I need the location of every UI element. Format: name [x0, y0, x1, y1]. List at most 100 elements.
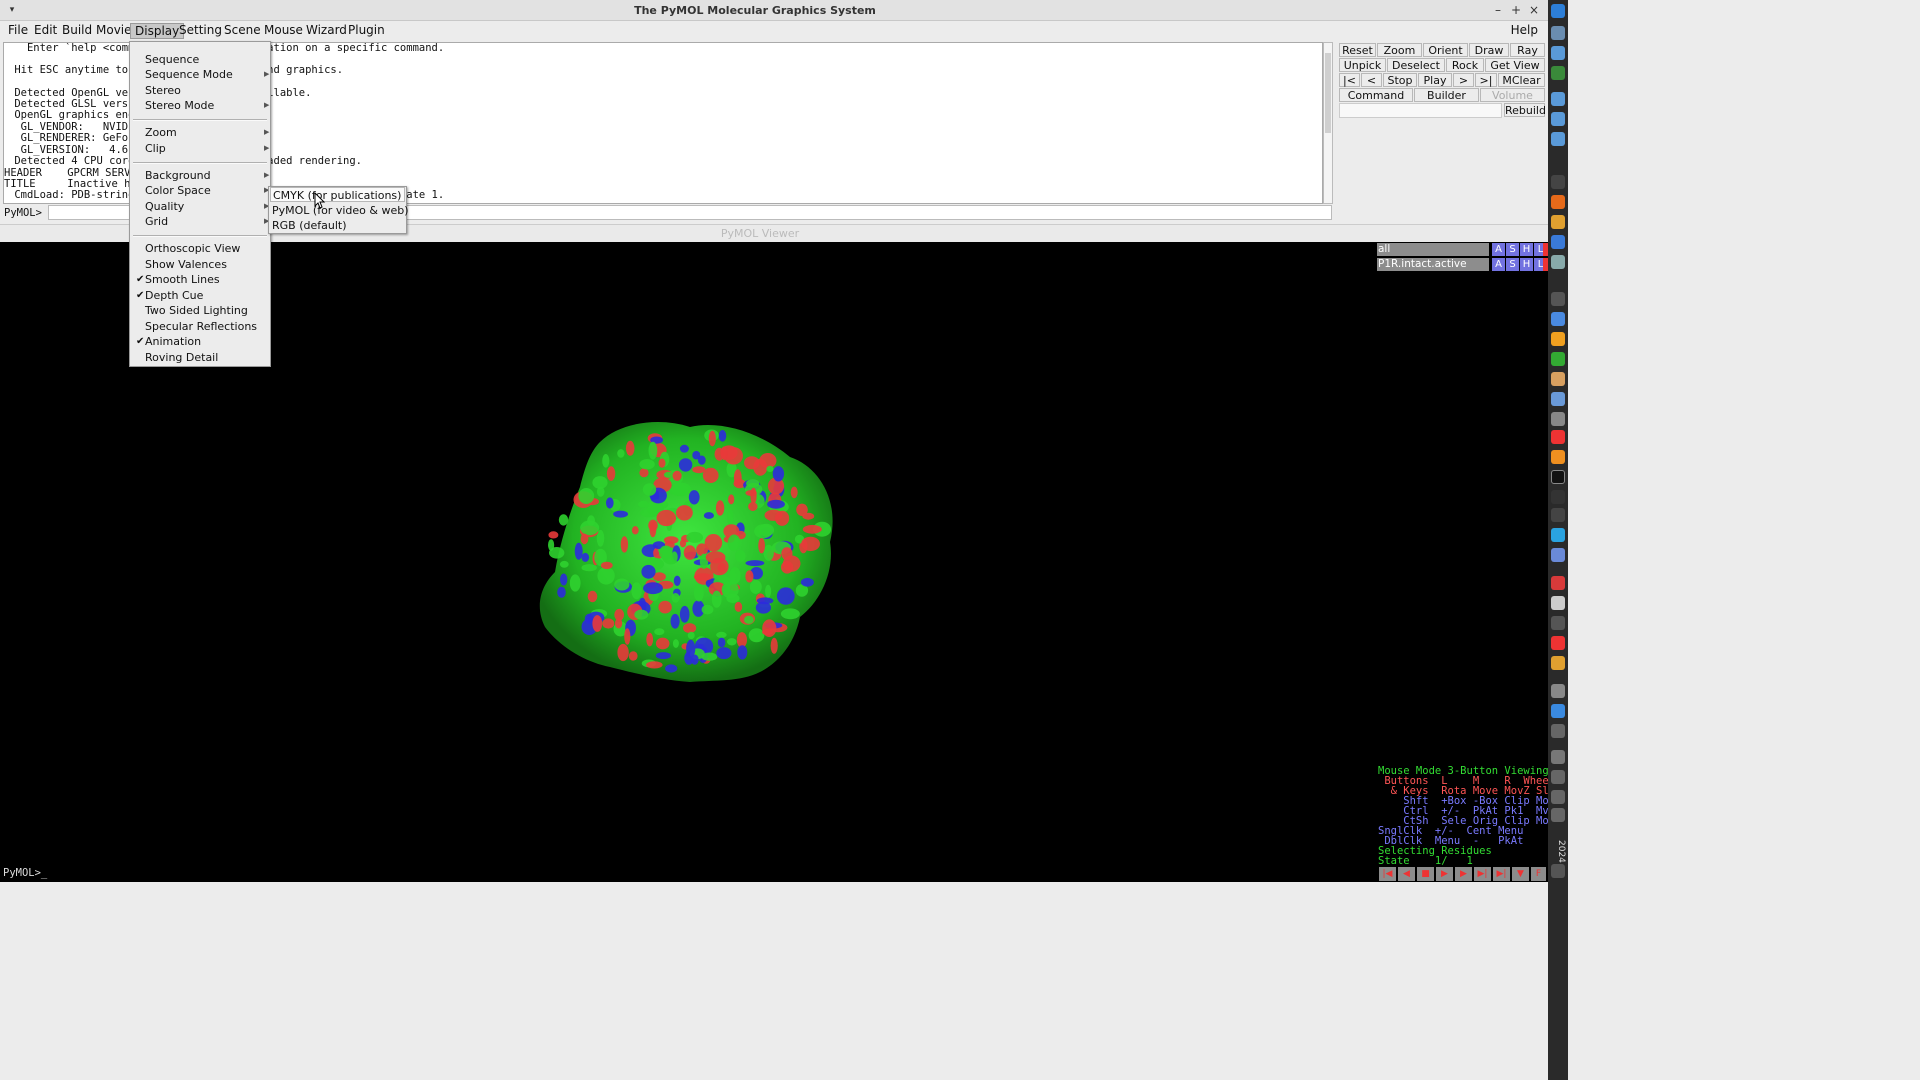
play-icon[interactable]: ▶: [1436, 867, 1453, 881]
object-name[interactable]: P1R.intact.active: [1377, 258, 1489, 271]
colorspace-pymol-item[interactable]: PyMOL (for video & web): [270, 203, 409, 218]
object-row-protein[interactable]: P1R.intact.active A S H L: [1377, 258, 1548, 271]
ray-button[interactable]: Ray: [1510, 43, 1545, 57]
window-icon[interactable]: [1551, 92, 1565, 106]
step-forward-icon[interactable]: ▶: [1455, 867, 1472, 881]
files-icon[interactable]: [1551, 26, 1565, 40]
object-row-all[interactable]: all A S H L: [1377, 243, 1548, 256]
close-icon[interactable]: ×: [1526, 2, 1542, 18]
app-icon[interactable]: [1551, 430, 1565, 444]
app-icon[interactable]: [1551, 352, 1565, 366]
command-tab-button[interactable]: Command: [1339, 88, 1413, 102]
show-button[interactable]: S: [1506, 258, 1519, 271]
rewind-icon[interactable]: |◀: [1379, 867, 1396, 881]
mclear-button[interactable]: MClear: [1498, 73, 1545, 87]
movie-end-icon[interactable]: ▶|: [1493, 867, 1510, 881]
infinity-icon[interactable]: [1551, 490, 1565, 504]
menu-help[interactable]: Help: [1507, 23, 1542, 39]
unpick-button[interactable]: Unpick: [1339, 58, 1386, 72]
minimize-icon[interactable]: –: [1490, 2, 1506, 18]
app-launcher-icon[interactable]: [1551, 4, 1565, 18]
tool-icon[interactable]: [1551, 292, 1565, 306]
display-menu-item[interactable]: Animation: [145, 334, 201, 349]
menu-movie[interactable]: Movie: [92, 23, 136, 39]
full-screen-icon[interactable]: F: [1531, 867, 1546, 881]
orient-button[interactable]: Orient: [1423, 43, 1468, 57]
firefox-icon[interactable]: [1551, 195, 1565, 209]
hide-button[interactable]: H: [1520, 258, 1533, 271]
display-menu-item[interactable]: Clip: [145, 141, 166, 156]
scene-icon[interactable]: ▼: [1512, 867, 1529, 881]
wifi-icon[interactable]: [1551, 790, 1565, 804]
folder-icon[interactable]: [1551, 46, 1565, 60]
display-menu-item[interactable]: Grid: [145, 214, 168, 229]
menu-build[interactable]: Build: [58, 23, 96, 39]
console-scrollbar[interactable]: [1323, 42, 1333, 204]
rock-button[interactable]: Rock: [1446, 58, 1484, 72]
hide-button[interactable]: H: [1520, 243, 1533, 256]
builder-input[interactable]: [1339, 103, 1502, 118]
menu-plugin[interactable]: Plugin: [344, 23, 389, 39]
cube-icon[interactable]: [1551, 392, 1565, 406]
colorspace-rgb-item[interactable]: RGB (default): [270, 218, 405, 233]
zoom-button[interactable]: Zoom: [1377, 43, 1422, 57]
display-menu-item[interactable]: Orthoscopic View: [145, 241, 240, 256]
display-menu-item[interactable]: Roving Detail: [145, 350, 218, 365]
app-icon[interactable]: [1551, 508, 1565, 522]
mouse-mode-panel[interactable]: Mouse Mode 3-Button Viewing Buttons L M …: [1377, 766, 1548, 866]
window-icon[interactable]: [1551, 112, 1565, 126]
next-frame-button[interactable]: >: [1453, 73, 1474, 87]
tool-icon[interactable]: [1551, 255, 1565, 269]
builder-tab-button[interactable]: Builder: [1414, 88, 1479, 102]
get-view-button[interactable]: Get View: [1485, 58, 1545, 72]
folder-icon[interactable]: [1551, 132, 1565, 146]
display-menu-item[interactable]: Depth Cue: [145, 288, 203, 303]
stop-button[interactable]: Stop: [1383, 73, 1417, 87]
app-icon[interactable]: [1551, 576, 1565, 590]
battery-icon[interactable]: [1551, 808, 1565, 822]
notes-icon[interactable]: [1551, 215, 1565, 229]
menu-setting[interactable]: Setting: [175, 23, 226, 39]
app-icon[interactable]: [1551, 412, 1565, 426]
power-icon[interactable]: [1551, 864, 1565, 878]
display-menu-item[interactable]: Show Valences: [145, 257, 227, 272]
app-icon[interactable]: [1551, 528, 1565, 542]
display-menu-item[interactable]: Color Space: [145, 183, 211, 198]
display-menu-item[interactable]: Smooth Lines: [145, 272, 220, 287]
settings-icon[interactable]: [1551, 235, 1565, 249]
menu-mouse[interactable]: Mouse: [260, 23, 307, 39]
display-menu-item[interactable]: Specular Reflections: [145, 319, 257, 334]
colorspace-cmyk-item[interactable]: CMYK (for publications): [270, 187, 405, 202]
display-menu-item[interactable]: Sequence Mode: [145, 67, 233, 82]
volume-tab-button[interactable]: Volume: [1480, 88, 1545, 102]
stop-icon[interactable]: ■: [1417, 867, 1434, 881]
last-frame-button[interactable]: >|: [1475, 73, 1497, 87]
object-name[interactable]: all: [1377, 243, 1489, 256]
volume-icon[interactable]: [1551, 750, 1565, 764]
app-icon[interactable]: [1551, 596, 1565, 610]
display-menu-item[interactable]: Stereo: [145, 83, 181, 98]
app-icon[interactable]: [1551, 724, 1565, 738]
camera-icon[interactable]: [1551, 684, 1565, 698]
app-icon[interactable]: [1551, 548, 1565, 562]
maximize-icon[interactable]: +: [1508, 2, 1524, 18]
display-menu-item[interactable]: Quality: [145, 199, 184, 214]
app-icon[interactable]: [1551, 704, 1565, 718]
globe-icon[interactable]: [1551, 66, 1565, 80]
show-button[interactable]: S: [1506, 243, 1519, 256]
deselect-button[interactable]: Deselect: [1387, 58, 1445, 72]
action-button[interactable]: A: [1492, 243, 1505, 256]
display-menu-item[interactable]: Background: [145, 168, 211, 183]
draw-button[interactable]: Draw: [1469, 43, 1509, 57]
step-back-icon[interactable]: ◀: [1398, 867, 1415, 881]
menu-scene[interactable]: Scene: [220, 23, 265, 39]
app-icon[interactable]: [1551, 616, 1565, 630]
action-button[interactable]: A: [1492, 258, 1505, 271]
play-button[interactable]: Play: [1418, 73, 1452, 87]
display-menu-item[interactable]: Zoom: [145, 125, 177, 140]
display-menu-item[interactable]: Stereo Mode: [145, 98, 214, 113]
terminal-icon[interactable]: [1551, 175, 1565, 189]
menu-edit[interactable]: Edit: [30, 23, 61, 39]
viewer-command-line[interactable]: PyMOL>_: [0, 866, 1377, 882]
display-menu-item[interactable]: Two Sided Lighting: [145, 303, 248, 318]
